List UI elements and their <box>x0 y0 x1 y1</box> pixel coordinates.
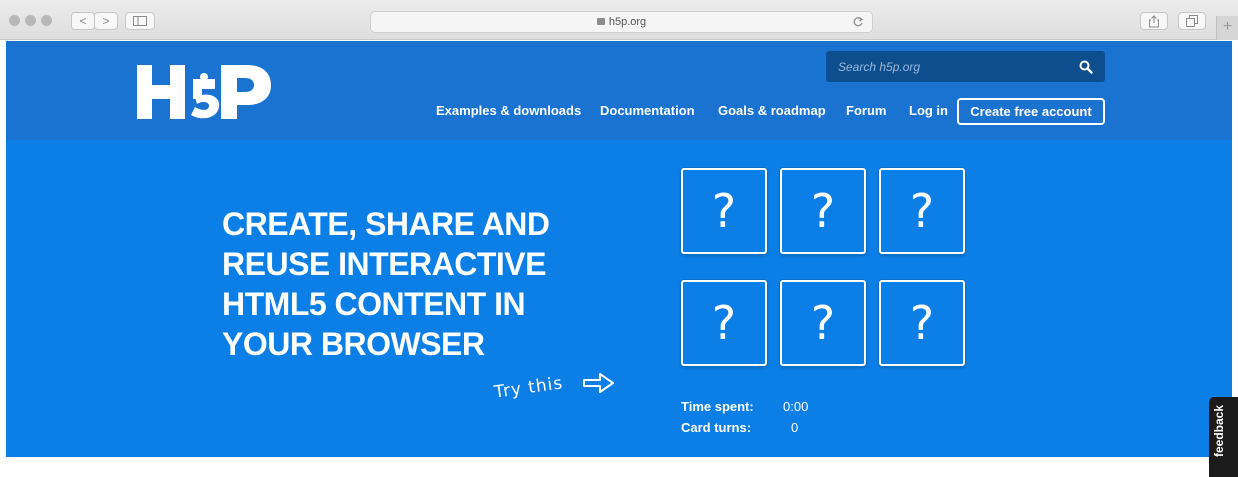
memory-card[interactable]: ? <box>780 280 866 366</box>
nav-log-in[interactable]: Log in <box>909 103 948 118</box>
hero-headline: CREATE, SHARE AND REUSE INTERACTIVE HTML… <box>222 204 642 364</box>
nav-examples-downloads[interactable]: Examples & downloads <box>436 103 581 118</box>
time-spent-value: 0:00 <box>783 399 809 414</box>
sidebar-icon <box>133 16 147 26</box>
feedback-label: feedback <box>1212 404 1226 457</box>
close-window-icon[interactable] <box>9 15 20 26</box>
lock-icon <box>596 18 605 25</box>
memory-card[interactable]: ? <box>681 168 767 254</box>
search-box <box>826 51 1105 82</box>
forward-button[interactable]: > <box>94 12 118 30</box>
reload-icon[interactable] <box>852 16 864 28</box>
nav-goals-roadmap[interactable]: Goals & roadmap <box>718 103 826 118</box>
page: Examples & downloads Documentation Goals… <box>6 41 1232 457</box>
card-turns-value: 0 <box>791 420 799 435</box>
address-bar[interactable]: h5p.org <box>370 11 873 33</box>
h5p-logo[interactable] <box>137 59 277 125</box>
sidebar-toggle-button[interactable] <box>125 12 155 30</box>
memory-card[interactable]: ? <box>780 168 866 254</box>
memory-card[interactable]: ? <box>879 280 965 366</box>
hero-section: CREATE, SHARE AND REUSE INTERACTIVE HTML… <box>6 140 1232 457</box>
headline-line: HTML5 CONTENT IN <box>222 286 526 322</box>
headline-line: REUSE INTERACTIVE <box>222 246 546 282</box>
try-this-label: Try this <box>492 373 565 403</box>
share-icon <box>1149 15 1159 28</box>
headline-line: YOUR BROWSER <box>222 326 485 362</box>
new-tab-button[interactable]: + <box>1216 16 1238 40</box>
arrow-right-icon <box>583 373 614 393</box>
share-button[interactable] <box>1140 12 1168 30</box>
site-header: Examples & downloads Documentation Goals… <box>6 41 1232 140</box>
memory-card[interactable]: ? <box>879 168 965 254</box>
nav-documentation[interactable]: Documentation <box>600 103 695 118</box>
feedback-tab[interactable]: feedback <box>1209 397 1238 477</box>
minimize-window-icon[interactable] <box>25 15 36 26</box>
card-turns-label: Card turns: <box>681 420 752 435</box>
time-spent-label: Time spent: <box>681 399 754 414</box>
back-button[interactable]: < <box>71 12 95 30</box>
tabs-icon <box>1186 15 1198 27</box>
url-text: h5p.org <box>608 16 647 28</box>
browser-toolbar: < > h5p.org + <box>0 0 1238 40</box>
memory-card[interactable]: ? <box>681 280 767 366</box>
headline-line: CREATE, SHARE AND <box>222 206 550 242</box>
search-input[interactable] <box>826 51 1076 82</box>
tabs-overview-button[interactable] <box>1178 12 1206 30</box>
nav-forum[interactable]: Forum <box>846 103 886 118</box>
zoom-window-icon[interactable] <box>41 15 52 26</box>
search-icon[interactable] <box>1079 60 1093 74</box>
create-account-button[interactable]: Create free account <box>957 98 1105 125</box>
